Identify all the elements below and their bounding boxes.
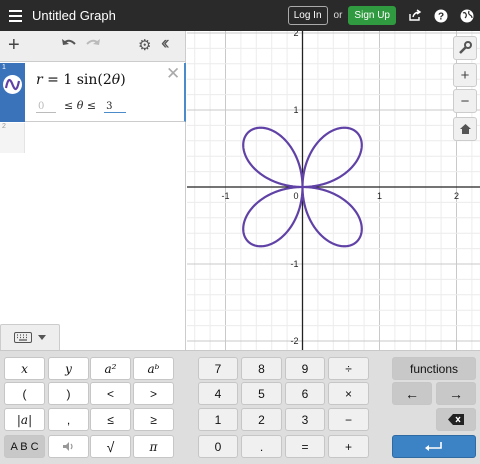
key-pi[interactable]: π [133, 435, 174, 458]
enter-icon[interactable] [392, 435, 476, 458]
key-power[interactable]: aᵇ [133, 357, 174, 380]
graph-paper[interactable]: -1 1 2 2 1 -1 -2 0 [187, 28, 480, 351]
share-icon[interactable] [402, 0, 428, 31]
login-button[interactable]: Log In [287, 6, 328, 25]
key-6[interactable]: 6 [285, 382, 325, 405]
svg-text:?: ? [438, 11, 444, 22]
home-zoom-icon[interactable] [453, 117, 477, 141]
graph-canvas[interactable]: -1 1 2 2 1 -1 -2 0 [187, 28, 480, 351]
key-7[interactable]: 7 [198, 357, 238, 380]
key-5[interactable]: 5 [241, 382, 282, 405]
redo-icon[interactable] [85, 37, 101, 56]
key-squared[interactable]: a² [90, 357, 131, 380]
domain-restriction: 0 ≤ θ ≤ 3 [36, 99, 127, 113]
top-bar-actions: Log In or Sign Up ? [287, 0, 480, 31]
settings-gear-icon[interactable]: ⚙ [138, 36, 151, 54]
backspace-icon[interactable] [436, 408, 476, 431]
expression-tab[interactable]: 2 [0, 123, 25, 153]
key-equals[interactable]: = [285, 435, 325, 458]
key-9[interactable]: 9 [285, 357, 325, 380]
key-8[interactable]: 8 [241, 357, 282, 380]
key-greater-equal[interactable]: ≥ [133, 408, 174, 431]
expression-toolbar: + ⚙ ‹‹ [0, 31, 185, 62]
x-tick-label: 1 [377, 191, 382, 201]
empty-expression-item[interactable]: 2 [0, 123, 186, 153]
functions-button[interactable]: functions [392, 357, 476, 380]
right-arrow-key[interactable]: → [436, 382, 476, 405]
keyboard-icon [14, 332, 32, 343]
key-abc[interactable]: A B C [4, 435, 45, 458]
key-comma[interactable]: , [48, 408, 89, 431]
origin-label: 0 [293, 191, 298, 201]
key-y[interactable]: y [48, 357, 89, 380]
collapse-panel-icon[interactable]: ‹‹ [161, 33, 169, 55]
x-tick-label: 2 [454, 191, 459, 201]
key-3[interactable]: 3 [285, 408, 325, 431]
zoom-in-icon[interactable]: + [453, 63, 477, 87]
menu-icon[interactable] [0, 0, 30, 31]
key-greater-than[interactable]: > [133, 382, 174, 405]
signup-button[interactable]: Sign Up [348, 6, 396, 25]
domain-inequality: ≤ θ ≤ [64, 99, 97, 112]
key-divide[interactable]: ÷ [328, 357, 369, 380]
expression-formula[interactable]: r = 1 sin(2θ) [36, 72, 126, 88]
undo-icon[interactable] [61, 37, 77, 56]
key-x[interactable]: x [4, 357, 45, 380]
delete-expression-icon[interactable]: ✕ [166, 64, 180, 84]
add-item-icon[interactable]: + [8, 35, 20, 55]
formula-close: ) [120, 72, 126, 88]
key-less-equal[interactable]: ≤ [90, 408, 131, 431]
zoom-out-icon[interactable]: − [453, 89, 477, 113]
domain-min-input[interactable]: 0 [36, 101, 56, 113]
key-multiply[interactable]: × [328, 382, 369, 405]
keyboard-toggle[interactable] [0, 324, 60, 350]
globe-icon[interactable] [454, 0, 480, 31]
expression-tab[interactable]: 1 [0, 63, 25, 122]
y-tick-label: -2 [290, 336, 298, 346]
expression-item[interactable]: 1 r = 1 sin(2θ) ✕ 0 ≤ θ ≤ 3 [0, 63, 186, 122]
graph-settings-wrench-icon[interactable] [453, 36, 477, 60]
left-arrow-key[interactable]: ← [392, 382, 432, 405]
y-tick-label: 2 [293, 31, 298, 38]
key-sqrt[interactable]: √ [90, 435, 131, 458]
expression-number: 2 [2, 123, 6, 130]
or-label: or [333, 10, 343, 21]
key-less-than[interactable]: < [90, 382, 131, 405]
key-0[interactable]: 0 [198, 435, 238, 458]
math-keypad: x y a² aᵇ ( ) < > |a| , ≤ ≥ A B C √ π 7 … [0, 350, 480, 464]
key-4[interactable]: 4 [198, 382, 238, 405]
speaker-icon[interactable] [48, 435, 89, 458]
formula-body: = 1 sin(2 [47, 72, 112, 88]
polar-curve-icon[interactable] [3, 75, 22, 94]
key-minus[interactable]: − [328, 408, 369, 431]
help-icon[interactable]: ? [428, 0, 454, 31]
x-tick-label: -1 [221, 191, 229, 201]
top-bar: Untitled Graph Log In or Sign Up ? [0, 0, 480, 31]
domain-max-input[interactable]: 3 [104, 101, 127, 113]
y-tick-label: -1 [290, 259, 298, 269]
key-open-paren[interactable]: ( [4, 382, 45, 405]
key-2[interactable]: 2 [241, 408, 282, 431]
expression-panel: + ⚙ ‹‹ 1 r = 1 sin(2θ) ✕ 0 ≤ θ ≤ 3 2 [0, 31, 186, 351]
formula-variable: θ [111, 72, 121, 88]
key-1[interactable]: 1 [198, 408, 238, 431]
expression-number: 1 [2, 64, 6, 71]
key-close-paren[interactable]: ) [48, 382, 89, 405]
key-absolute-value[interactable]: |a| [4, 408, 45, 431]
chevron-down-icon [38, 335, 46, 340]
y-tick-label: 1 [293, 105, 298, 115]
graphing-calculator: Untitled Graph Log In or Sign Up ? + ⚙ ‹… [0, 0, 480, 464]
graph-title[interactable]: Untitled Graph [32, 8, 116, 23]
key-plus[interactable]: + [328, 435, 369, 458]
key-decimal[interactable]: . [241, 435, 282, 458]
formula-lhs: r [36, 72, 43, 88]
